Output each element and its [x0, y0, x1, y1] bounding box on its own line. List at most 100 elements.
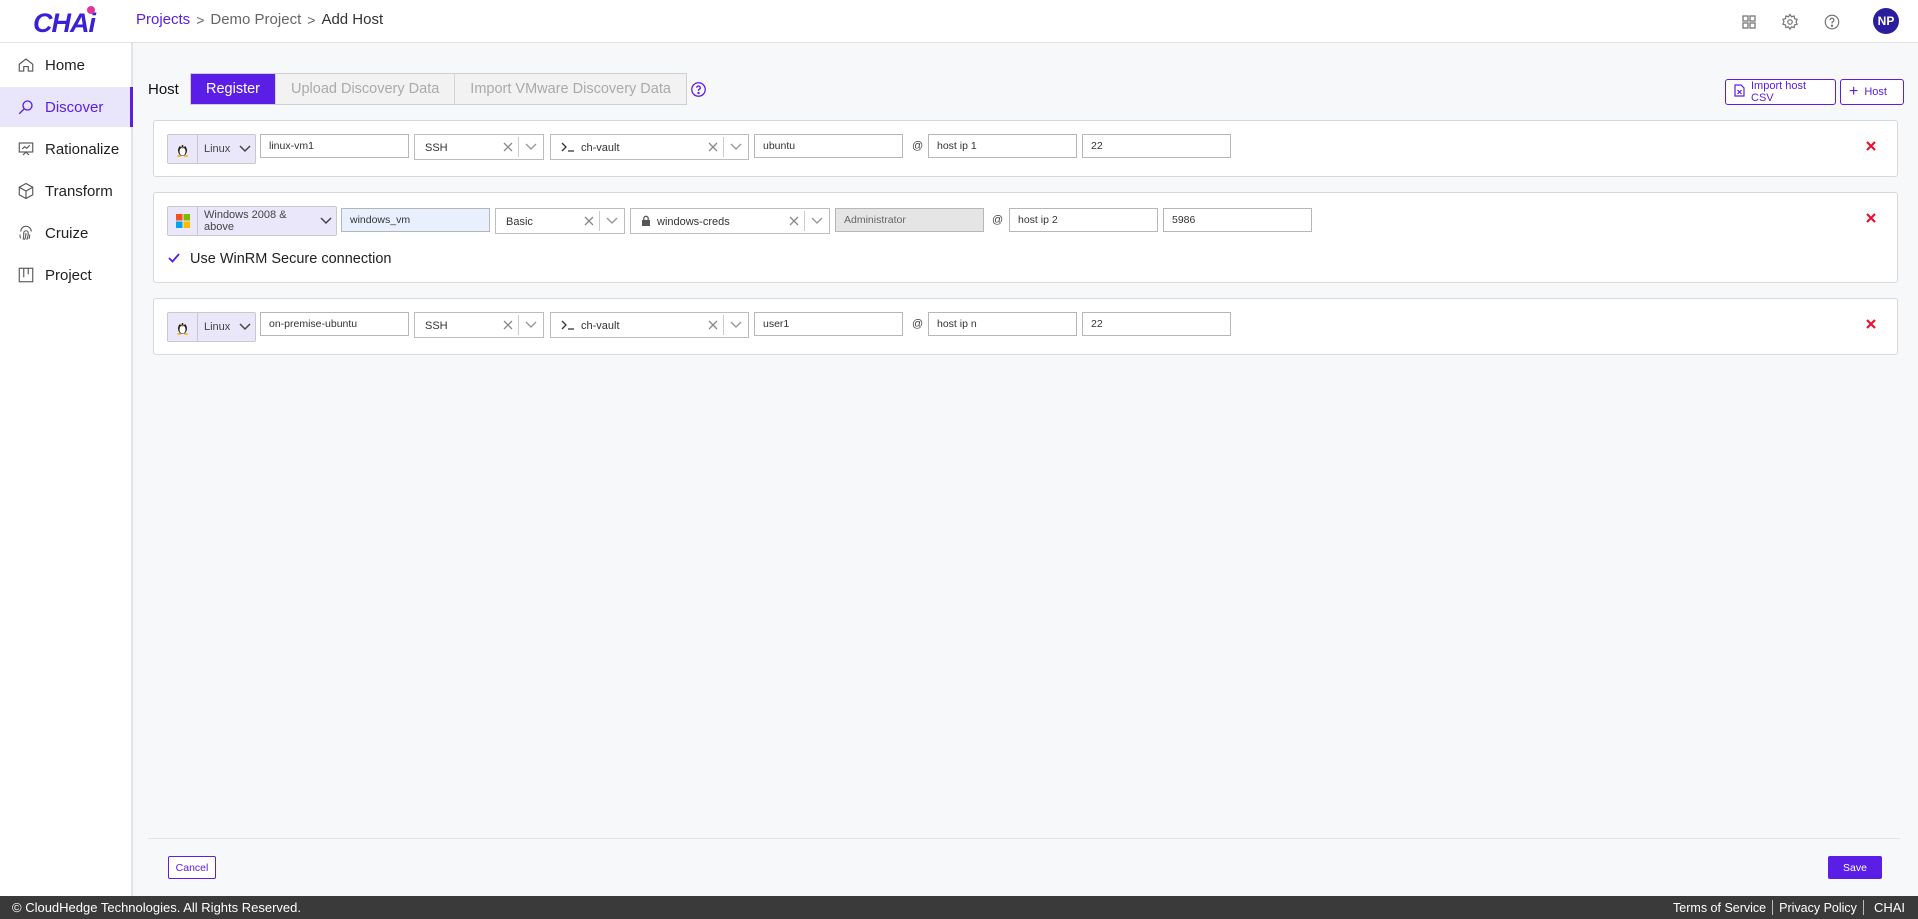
- linux-icon: [168, 135, 198, 163]
- terminal-icon: [561, 142, 575, 155]
- os-select[interactable]: Linux: [167, 312, 256, 342]
- breadcrumb: Projects > Demo Project > Add Host: [136, 11, 383, 28]
- home-icon: [17, 56, 35, 74]
- chevron-down-icon[interactable]: [600, 217, 624, 225]
- cancel-button[interactable]: Cancel: [168, 856, 216, 879]
- username-field: Administrator: [835, 208, 984, 232]
- chevron-down-icon[interactable]: [519, 143, 543, 151]
- os-select-value: Linux: [204, 143, 231, 155]
- host-row: Windows 2008 & above windows_vm Basic wi…: [153, 192, 1898, 283]
- discover-icon: [17, 98, 35, 116]
- breadcrumb-separator: >: [307, 11, 316, 28]
- cube-icon: [17, 182, 35, 200]
- os-select[interactable]: Windows 2008 & above: [167, 206, 337, 236]
- port-field[interactable]: 22: [1082, 134, 1231, 158]
- at-sign: @: [912, 140, 924, 152]
- sidebar-item-transform[interactable]: Transform: [0, 171, 133, 211]
- rationalize-icon: [17, 140, 35, 158]
- sidebar: Home Discover Rationalize Transform Crui…: [0, 43, 133, 896]
- credential-value: windows-creds: [657, 216, 730, 228]
- host-ip-field[interactable]: host ip 1: [928, 134, 1077, 158]
- top-header: CHAi Projects > Demo Project > Add Host …: [0, 0, 1918, 43]
- sidebar-item-label: Rationalize: [45, 140, 120, 158]
- chevron-down-icon[interactable]: [724, 143, 748, 151]
- csv-file-icon: [1734, 84, 1745, 100]
- chevron-down-icon[interactable]: [519, 321, 543, 329]
- clear-icon[interactable]: [579, 216, 599, 226]
- sidebar-item-discover[interactable]: Discover: [0, 87, 133, 127]
- breadcrumb-projects[interactable]: Projects: [136, 11, 190, 28]
- check-icon: [168, 251, 180, 267]
- add-host-label: Host: [1864, 86, 1887, 98]
- chevron-down-icon[interactable]: [724, 321, 748, 329]
- os-select[interactable]: Linux: [167, 134, 256, 164]
- os-select-value: Windows 2008 & above: [204, 209, 287, 233]
- footer-separator: [1772, 900, 1774, 915]
- breadcrumb-separator: >: [196, 11, 205, 28]
- help-icon[interactable]: [1823, 13, 1841, 31]
- breadcrumb-current: Add Host: [321, 11, 384, 28]
- clear-icon[interactable]: [703, 142, 723, 152]
- tab-upload-discovery-data[interactable]: Upload Discovery Data: [276, 74, 456, 104]
- protocol-select[interactable]: SSH: [414, 312, 544, 338]
- import-host-csv-button[interactable]: Import host CSV: [1725, 79, 1836, 105]
- chevron-down-icon: [235, 323, 255, 331]
- privacy-policy-link[interactable]: Privacy Policy: [1779, 901, 1857, 915]
- credential-value: ch-vault: [581, 320, 620, 332]
- sidebar-item-home[interactable]: Home: [0, 45, 133, 85]
- username-field[interactable]: user1: [754, 312, 903, 336]
- gear-icon[interactable]: [1781, 13, 1799, 31]
- protocol-value: SSH: [425, 320, 448, 332]
- save-button[interactable]: Save: [1828, 856, 1882, 879]
- chevron-down-icon: [316, 217, 336, 225]
- credential-select[interactable]: ch-vault: [550, 312, 749, 338]
- protocol-value: SSH: [425, 142, 448, 154]
- breadcrumb-project[interactable]: Demo Project: [210, 11, 301, 28]
- lock-icon: [641, 215, 651, 229]
- divider: [148, 838, 1900, 839]
- add-host-button[interactable]: + Host: [1840, 79, 1904, 105]
- clear-icon[interactable]: [784, 216, 804, 226]
- import-host-csv-label: Import host CSV: [1751, 80, 1807, 104]
- user-avatar[interactable]: NP: [1873, 8, 1899, 34]
- clear-icon[interactable]: [498, 142, 518, 152]
- terms-of-service-link[interactable]: Terms of Service: [1673, 901, 1766, 915]
- os-select-value: Linux: [204, 321, 231, 333]
- clear-icon[interactable]: [498, 320, 518, 330]
- host-ip-field[interactable]: host ip 2: [1009, 208, 1158, 232]
- sidebar-item-rationalize[interactable]: Rationalize: [0, 129, 133, 169]
- credential-value: ch-vault: [581, 142, 620, 154]
- sidebar-item-label: Cruize: [45, 224, 89, 242]
- fingerprint-icon: [17, 224, 35, 242]
- tab-register[interactable]: Register: [191, 74, 276, 104]
- remove-host-button[interactable]: [1857, 133, 1885, 159]
- host-section-label: Host: [148, 81, 179, 98]
- port-field[interactable]: 5986: [1163, 208, 1312, 232]
- protocol-select[interactable]: Basic: [495, 208, 625, 234]
- tab-import-vmware-discovery-data[interactable]: Import VMware Discovery Data: [455, 74, 686, 104]
- chevron-down-icon[interactable]: [805, 217, 829, 225]
- host-ip-field[interactable]: host ip n: [928, 312, 1077, 336]
- host-name-field[interactable]: windows_vm: [341, 208, 490, 232]
- remove-host-button[interactable]: [1857, 205, 1885, 231]
- winrm-secure-checkbox[interactable]: Use WinRM Secure connection: [168, 251, 391, 267]
- host-name-field[interactable]: on-premise-ubuntu: [260, 312, 409, 336]
- grid-icon[interactable]: [1740, 13, 1758, 31]
- remove-host-button[interactable]: [1857, 311, 1885, 337]
- board-icon: [17, 266, 35, 284]
- at-sign: @: [992, 214, 1004, 226]
- protocol-select[interactable]: SSH: [414, 134, 544, 160]
- chai-logo[interactable]: CHAi: [33, 6, 103, 38]
- windows-icon: [168, 207, 198, 235]
- help-circle-icon[interactable]: [690, 81, 707, 98]
- username-field[interactable]: ubuntu: [754, 134, 903, 158]
- credential-select[interactable]: ch-vault: [550, 134, 749, 160]
- sidebar-item-label: Home: [45, 56, 86, 74]
- host-name-field[interactable]: linux-vm1: [260, 134, 409, 158]
- plus-icon: +: [1849, 83, 1859, 100]
- credential-select[interactable]: windows-creds: [630, 208, 830, 234]
- clear-icon[interactable]: [703, 320, 723, 330]
- port-field[interactable]: 22: [1082, 312, 1231, 336]
- sidebar-item-project[interactable]: Project: [0, 255, 133, 295]
- sidebar-item-cruize[interactable]: Cruize: [0, 213, 133, 253]
